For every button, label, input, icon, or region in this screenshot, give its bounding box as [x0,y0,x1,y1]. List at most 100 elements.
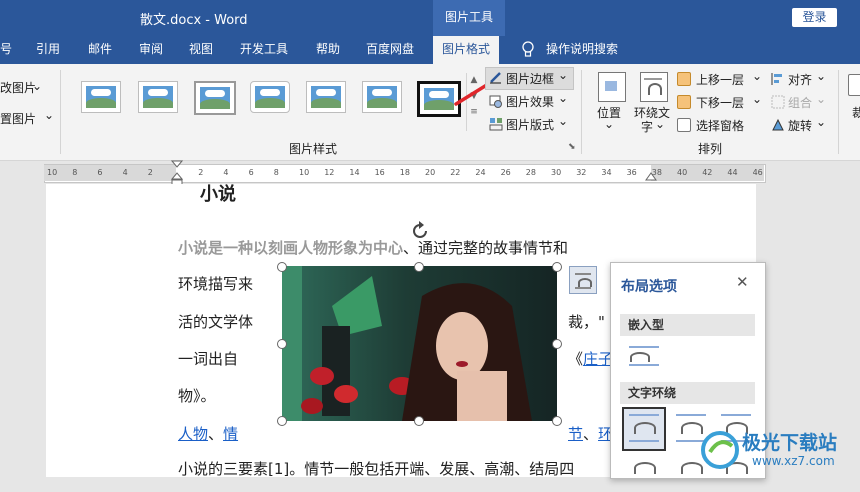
ruler-number: 10 [299,168,310,177]
picture-style-3[interactable] [194,81,236,115]
resize-handle-s[interactable] [414,416,424,426]
watermark-url: www.xz7.com [752,454,835,468]
section-text-wrapping: 文字环绕 [620,382,755,404]
dialog-launcher-icon[interactable]: ⬊ [568,142,576,152]
group-icon [771,95,785,112]
right-indent-marker-icon[interactable] [645,170,657,184]
picture-style-6[interactable] [362,81,402,113]
ruler-number: 36 [626,168,637,177]
selected-photo[interactable] [282,266,557,421]
crop-button-partial[interactable]: 裁 [852,104,860,121]
ruler-number: 44 [727,168,738,177]
ruler-number: 14 [349,168,360,177]
picture-style-1[interactable] [81,81,121,113]
picture-border-button[interactable]: 图片边框 [506,70,554,87]
resize-handle-sw[interactable] [277,416,287,426]
tab-baidu-netdisk[interactable]: 百度网盘 [366,36,414,64]
group-label-arrange: 排列 [698,142,723,156]
wrap-text-button-line2[interactable]: 字 [641,118,653,135]
chevron-down-icon: ⌄ [816,92,827,106]
wrap-option-inline[interactable] [624,340,664,376]
bring-forward-button[interactable]: 上移一层 [696,71,744,88]
ruler-number: 4 [122,168,128,177]
site-watermark: 极光下载站 www.xz7.com [700,426,855,474]
send-backward-button[interactable]: 下移一层 [696,94,744,111]
picture-effects-button[interactable]: 图片效果 [506,93,554,110]
wrap-text-icon [640,72,668,102]
tab-review[interactable]: 审阅 [139,36,163,64]
resize-handle-se[interactable] [552,416,562,426]
ruler-number: 12 [324,168,335,177]
resize-handle-e[interactable] [552,339,562,349]
link-qing[interactable]: 情 [223,425,238,443]
doc-line-6-right-sep: 、 [583,425,599,443]
wrap-option-square-selected[interactable] [622,407,666,451]
chevron-down-icon: ⌄ [44,108,55,122]
chevron-down-icon: ⌄ [604,117,615,131]
doc-line-6-sep: 、 [208,425,224,443]
resize-handle-n[interactable] [414,262,424,272]
reset-picture-button[interactable]: 置图片 [0,110,36,127]
ruler-number: 6 [97,168,103,177]
selection-pane-button[interactable]: 选择窗格 [696,117,744,134]
doc-line-6-right: 节、环 [568,423,613,444]
ruler-number: 46 [752,168,763,177]
doc-line-7: 小说的三要素[1]。情节一般包括开端、发展、高潮、结局四 [178,460,575,478]
picture-style-5[interactable] [306,81,346,113]
align-button[interactable]: 对齐 [788,71,812,88]
picture-layout-button[interactable]: 图片版式 [506,116,554,133]
doc-line-3-right: 裁，" [568,313,605,331]
link-jie[interactable]: 节 [568,425,583,443]
watermark-logo-icon [701,431,739,469]
ruler-number: 22 [450,168,461,177]
layout-options-button[interactable] [569,266,597,294]
link-renwu[interactable]: 人物 [178,425,208,443]
ruler-number: 2 [198,168,204,177]
ribbon-tab-row [0,36,860,64]
ruler-number: 42 [702,168,713,177]
section-inline: 嵌入型 [620,314,755,336]
picture-style-4[interactable] [250,81,290,113]
rotate-button[interactable]: 旋转 [788,117,812,134]
resize-handle-ne[interactable] [552,262,562,272]
ruler-number: 8 [273,168,279,177]
ruler-number: 2 [147,168,153,177]
ruler-margin-left [44,165,176,181]
group-button[interactable]: 组合 [788,94,812,111]
doc-line-2: 环境描写来 [178,275,254,293]
resize-handle-w[interactable] [277,339,287,349]
tab-developer[interactable]: 开发工具 [240,36,288,64]
tab-picture-format[interactable]: 图片格式 [433,36,500,64]
chevron-down-icon: ⌄ [752,92,763,106]
ruler-number: 8 [72,168,78,177]
tab-help[interactable]: 帮助 [316,36,340,64]
divider [60,70,61,154]
chevron-down-icon: ⌄ [816,69,827,83]
picture-tools-context-label: 图片工具 [433,0,505,36]
ruler-number: 24 [475,168,486,177]
watermark-name: 极光下载站 [742,432,838,454]
tab-references[interactable]: 引用 [36,36,60,64]
divider [581,70,582,154]
resize-handle-nw[interactable] [277,262,287,272]
tab-insert-partial[interactable]: 号 [0,36,12,64]
doc-line-4: 一词出自 [178,350,239,368]
tab-mailings[interactable]: 邮件 [88,36,112,64]
ruler-number: 16 [374,168,385,177]
doc-line-6: 人物、情 [178,423,238,444]
close-icon[interactable]: ✕ [736,273,749,291]
chevron-down-icon: ⌄ [816,115,827,129]
chevron-down-icon: ⌄ [558,91,569,105]
picture-style-2[interactable] [138,81,178,113]
ruler-number: 32 [576,168,587,177]
document-heading: 小说 [200,184,236,205]
wrap-option-top-bottom[interactable] [624,456,664,492]
align-icon [771,72,785,89]
change-picture-button[interactable]: 改图片 [0,79,36,96]
link-zhuangzi[interactable]: 庄子 [583,350,613,368]
tab-view[interactable]: 视图 [189,36,213,64]
rotate-handle-icon[interactable] [410,221,430,244]
login-button[interactable]: 登录 [792,8,837,27]
tell-me-search[interactable]: 操作说明搜索 [546,36,618,64]
chevron-down-icon: ⌄ [752,69,763,83]
